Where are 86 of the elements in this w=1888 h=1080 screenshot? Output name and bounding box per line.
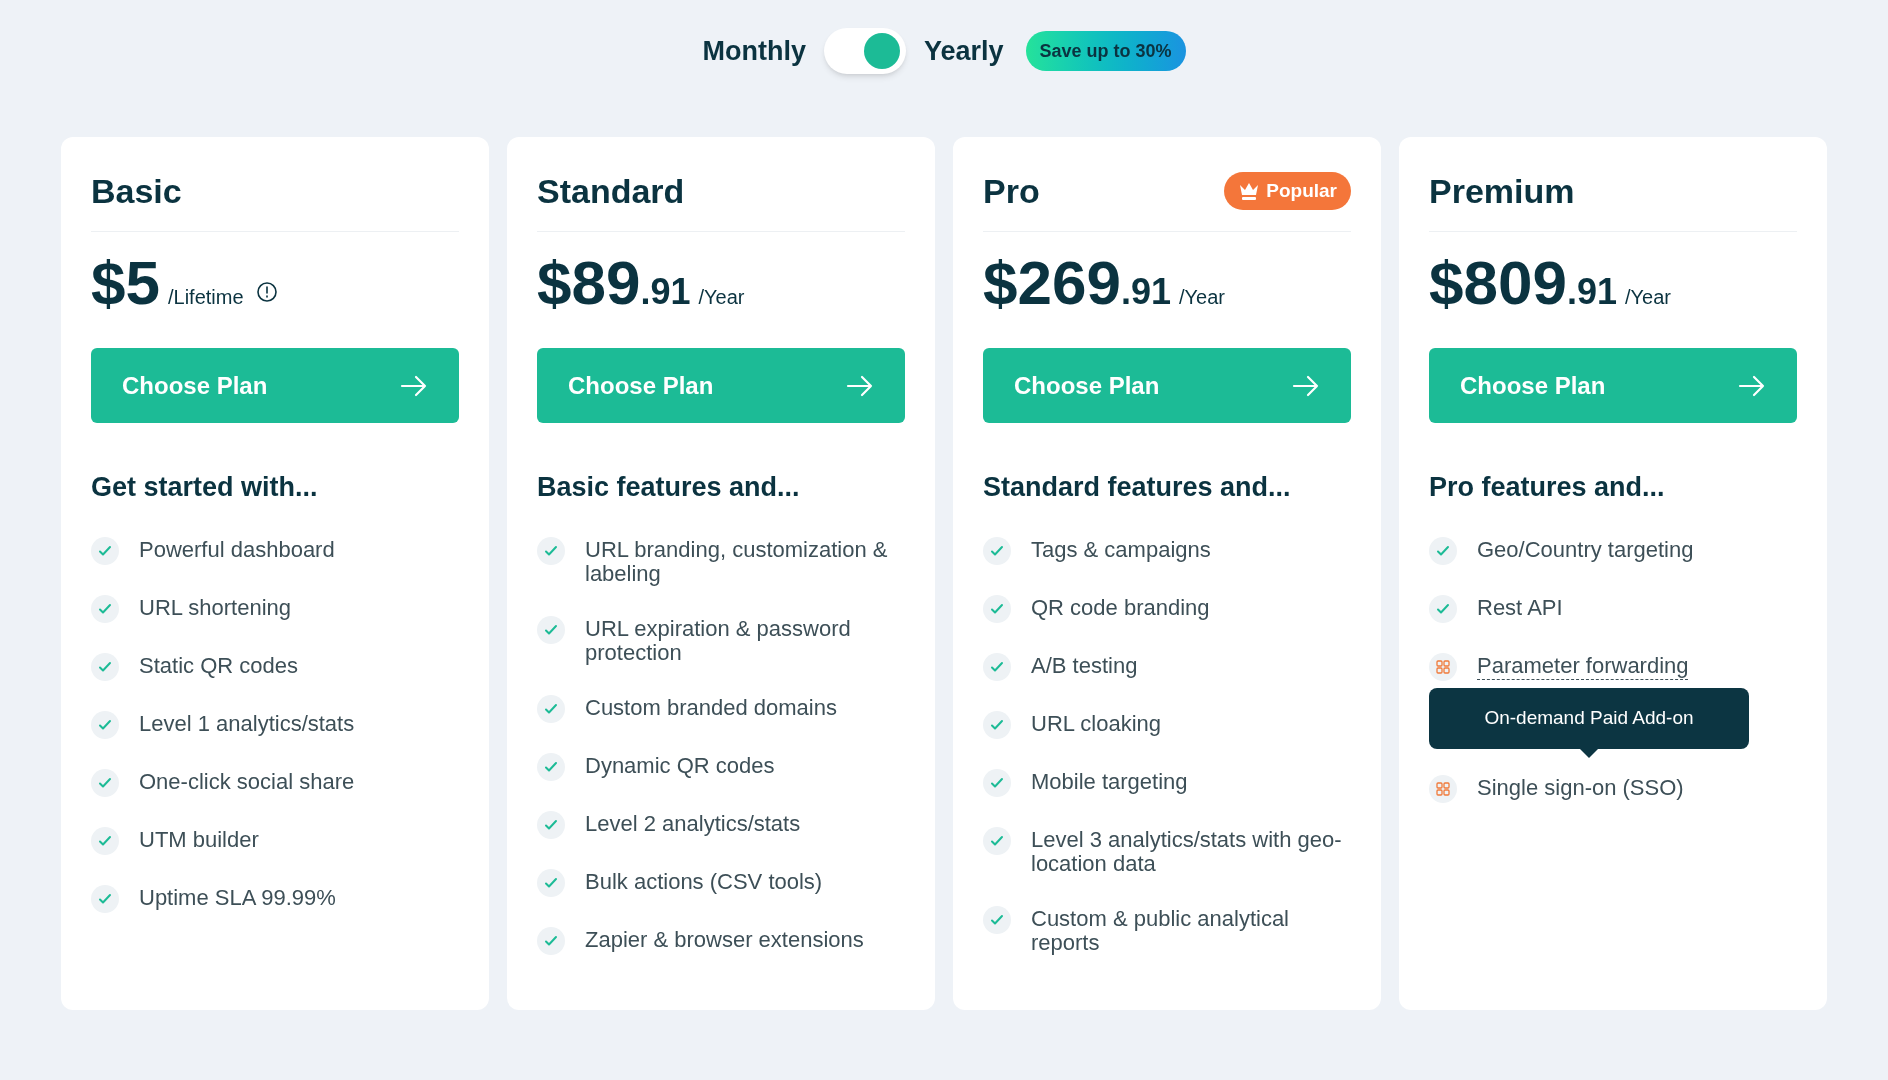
choose-plan-button[interactable]: Choose Plan (537, 348, 905, 423)
feature-text: Bulk actions (CSV tools) (585, 867, 823, 894)
plan-title: Premium (1429, 170, 1575, 212)
check-icon (983, 652, 1011, 681)
feature-text: Level 2 analytics/stats (585, 809, 801, 836)
arrow-right-icon (1738, 374, 1766, 397)
price-cents: .91 (1566, 274, 1617, 310)
feature-text: Level 1 analytics/stats (139, 709, 355, 736)
choose-plan-button[interactable]: Choose Plan (983, 348, 1351, 423)
check-icon (983, 536, 1011, 565)
price-cents: .91 (640, 274, 691, 310)
price: $5 (91, 252, 160, 314)
popular-badge: Popular (1224, 172, 1351, 210)
puzzle-icon (1429, 774, 1457, 803)
check-icon (537, 536, 565, 565)
feature-text: Level 3 analytics/stats with geo-location data (1031, 825, 1343, 876)
toggle-knob (863, 33, 900, 69)
price-cents: .91 (1120, 274, 1171, 310)
feature-text: Dynamic QR codes (585, 751, 775, 778)
plan-title: Pro (983, 170, 1040, 212)
check-icon (537, 926, 565, 955)
check-icon (537, 694, 565, 723)
check-icon (983, 905, 1011, 934)
check-icon (91, 594, 119, 623)
check-icon (983, 594, 1011, 623)
info-icon[interactable] (255, 281, 278, 303)
check-icon (91, 768, 119, 797)
choose-plan-button[interactable]: Choose Plan (91, 348, 459, 423)
feature-text: Tags & campaigns (1031, 535, 1211, 562)
feature-text: UTM builder (139, 825, 259, 852)
feature-text: Single sign-on (SSO) (1477, 773, 1684, 800)
yearly-label[interactable]: Yearly (923, 30, 1004, 72)
arrow-right-icon (846, 374, 874, 397)
feature-text: Static QR codes (139, 651, 298, 678)
arrow-right-icon (400, 374, 428, 397)
price: $809 (1429, 252, 1567, 314)
check-icon (1429, 594, 1457, 623)
check-icon (91, 884, 119, 913)
feature-text: URL expiration & password protection (585, 614, 852, 665)
features-heading: Pro features and... (1429, 471, 1666, 504)
feature-text: Powerful dashboard (139, 535, 335, 562)
features-heading: Basic features and... (537, 471, 801, 504)
price-period: /Year (1625, 285, 1671, 310)
price-period: /Year (1179, 285, 1225, 310)
feature-text: Custom branded domains (585, 693, 837, 720)
arrow-right-icon (1292, 374, 1320, 397)
check-icon (537, 752, 565, 781)
feature-text: Uptime SLA 99.99% (139, 883, 336, 910)
feature-text: QR code branding (1031, 593, 1210, 620)
feature-text: Mobile targeting (1031, 767, 1188, 794)
price-period: /Year (698, 285, 745, 310)
feature-text: A/B testing (1031, 651, 1138, 678)
features-heading: Get started with... (91, 471, 319, 504)
feature-text: URL shortening (139, 593, 292, 620)
puzzle-icon (1429, 652, 1457, 681)
check-icon (983, 710, 1011, 739)
feature-text: Custom & public analytical reports (1031, 904, 1290, 955)
check-icon (537, 868, 565, 897)
tooltip: On-demand Paid Add-on (1429, 687, 1749, 758)
feature-text: Geo/Country targeting (1477, 535, 1694, 562)
price: $269 (983, 252, 1121, 314)
check-icon (983, 826, 1011, 855)
feature-text: One-click social share (139, 767, 355, 794)
feature-text: URL branding, customization & labeling (585, 535, 889, 586)
feature-text: Zapier & browser extensions (585, 925, 864, 952)
feature-text: URL cloaking (1031, 709, 1162, 736)
check-icon (983, 768, 1011, 797)
check-icon (91, 536, 119, 565)
billing-toggle[interactable] (823, 28, 906, 74)
check-icon (537, 810, 565, 839)
price-period: /Lifetime (167, 285, 244, 310)
save-badge: Save up to 30% (1025, 31, 1186, 71)
price: $89 (537, 252, 641, 314)
features-heading: Standard features and... (983, 471, 1292, 504)
check-icon (91, 710, 119, 739)
check-icon (537, 615, 565, 644)
check-icon (91, 826, 119, 855)
monthly-label[interactable]: Monthly (702, 30, 806, 72)
check-icon (91, 652, 119, 681)
feature-text[interactable]: Parameter forwarding (1477, 649, 1689, 678)
plan-title: Basic (91, 170, 182, 212)
crown-icon (1238, 181, 1261, 201)
check-icon (1429, 536, 1457, 565)
plan-title: Standard (537, 170, 685, 212)
choose-plan-button[interactable]: Choose Plan (1429, 348, 1797, 423)
feature-text: Rest API (1477, 593, 1563, 620)
